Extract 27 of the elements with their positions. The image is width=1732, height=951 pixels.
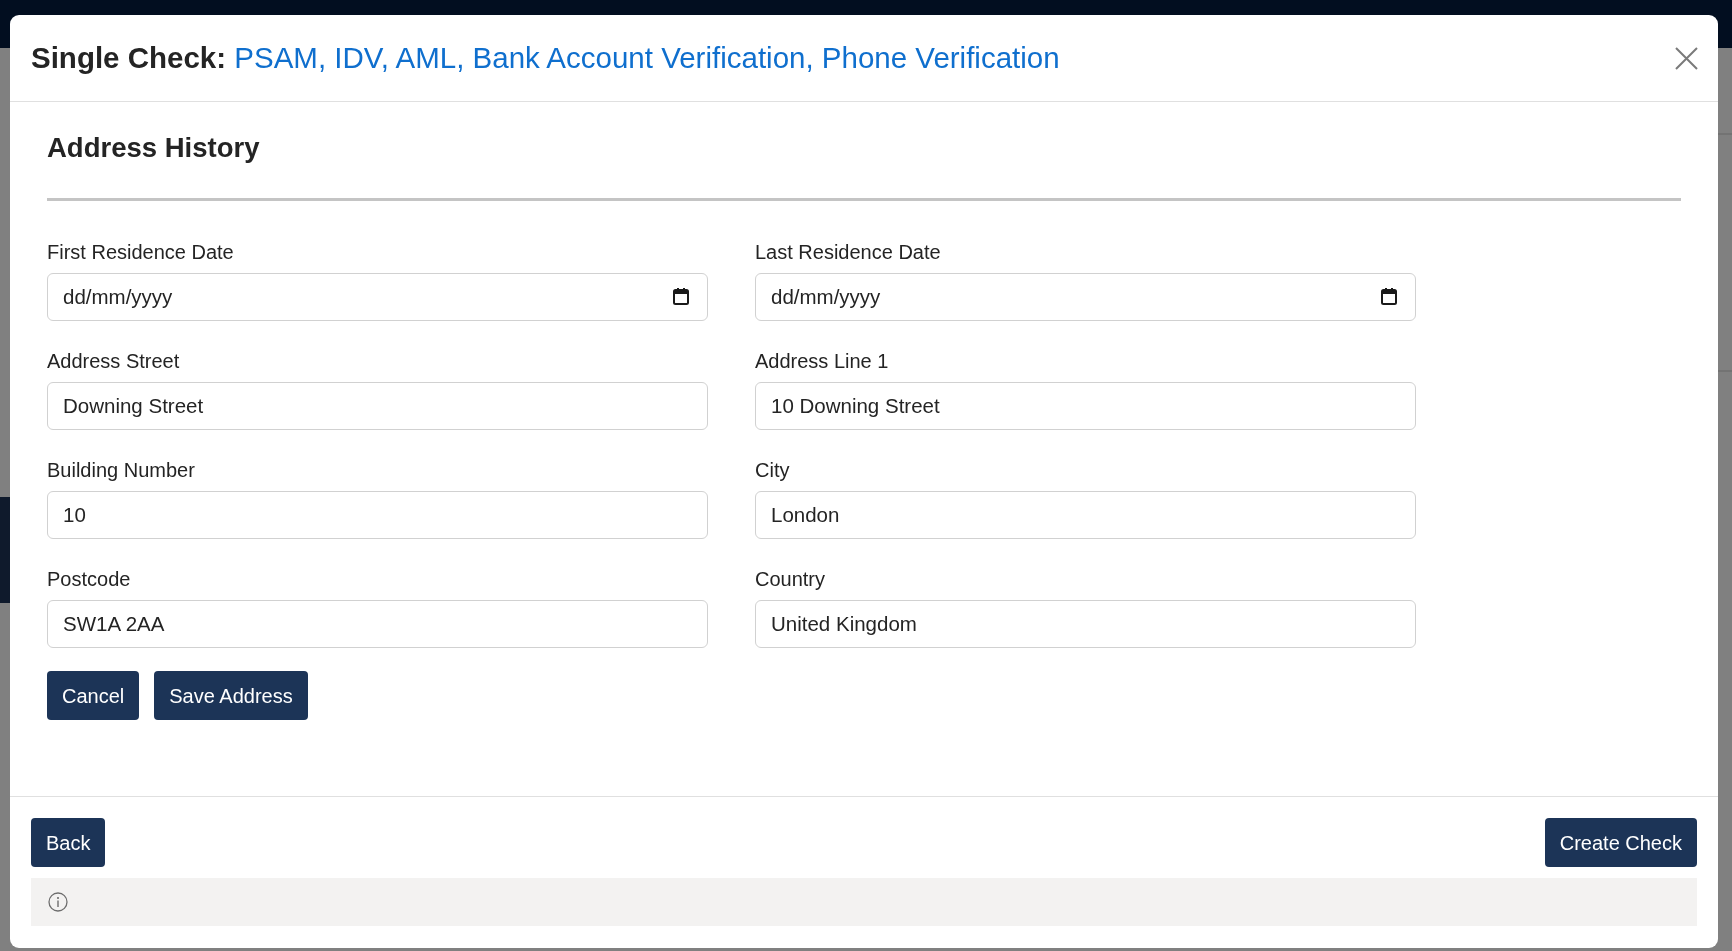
- text-field[interactable]: 10 Downing Street: [755, 382, 1416, 430]
- field-label: Postcode: [47, 567, 131, 592]
- close-icon: [1675, 46, 1698, 70]
- back-button[interactable]: Back: [31, 818, 106, 867]
- cancel-button[interactable]: Cancel: [47, 671, 140, 720]
- text-field[interactable]: London: [755, 491, 1416, 539]
- text-field[interactable]: Downing Street: [47, 382, 708, 430]
- field-label: Country: [755, 567, 826, 592]
- field-label: Last Residence Date: [755, 240, 941, 265]
- save-address-button[interactable]: Save Address: [154, 671, 308, 720]
- field-label: First Residence Date: [47, 240, 234, 265]
- dialog-title: Single Check: PSAM, IDV, AML, Bank Account Verification, Phone Verification: [31, 40, 1060, 76]
- field-label: Address Street: [47, 349, 180, 374]
- info-icon: [48, 892, 68, 912]
- field-label: Building Number: [47, 458, 195, 483]
- text-field[interactable]: SW1A 2AA: [47, 600, 708, 648]
- calendar-icon: [673, 288, 689, 305]
- date-field[interactable]: dd/mm/yyyy: [47, 273, 708, 321]
- field-label: City: [755, 458, 790, 483]
- text-field[interactable]: United Kingdom: [755, 600, 1416, 648]
- field-label: Address Line 1: [755, 349, 889, 374]
- create-check-button[interactable]: Create Check: [1544, 818, 1697, 867]
- date-field[interactable]: dd/mm/yyyy: [755, 273, 1416, 321]
- close-button[interactable]: [1675, 46, 1698, 70]
- section-heading: Address History: [47, 131, 260, 164]
- calendar-icon: [1381, 288, 1397, 305]
- text-field[interactable]: 10: [47, 491, 708, 539]
